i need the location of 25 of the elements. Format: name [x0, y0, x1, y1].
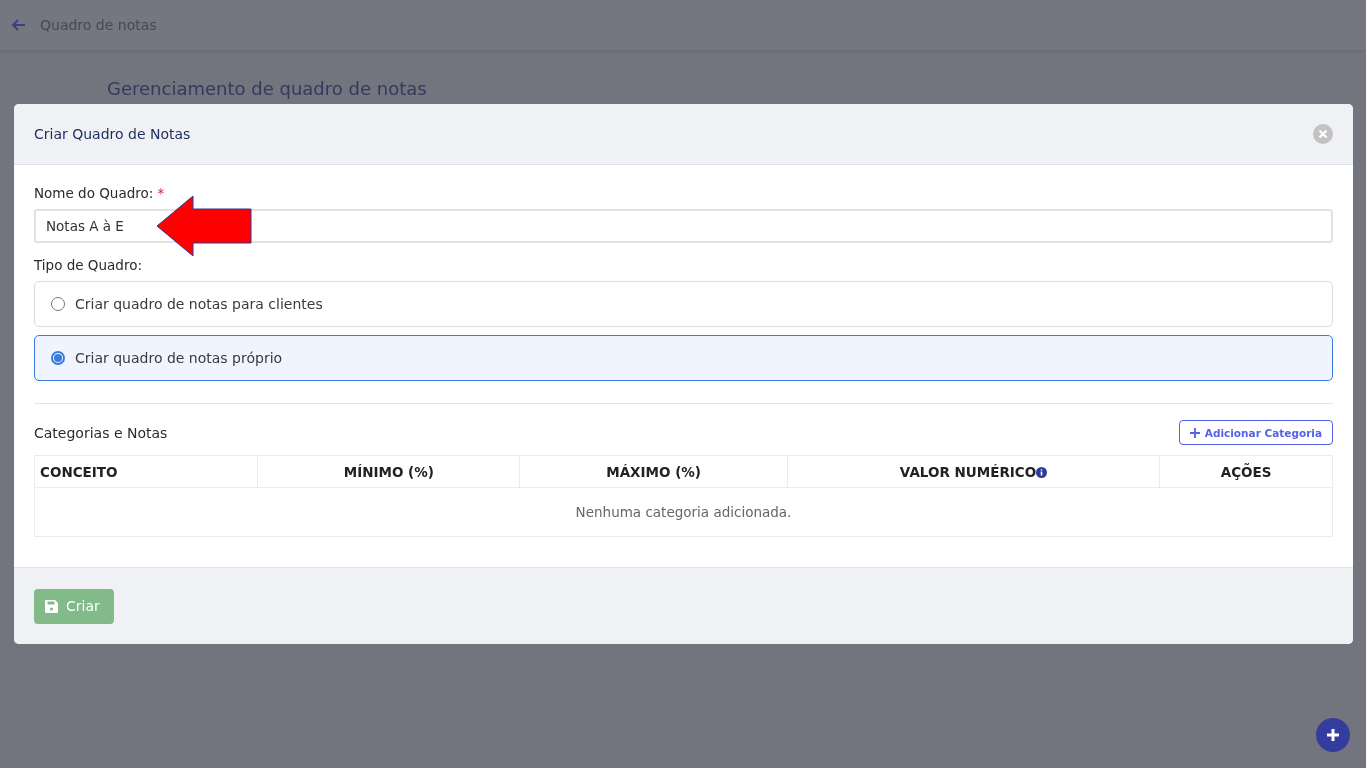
column-header: MÁXIMO (%) — [519, 455, 788, 488]
field-label: Tipo de Quadro: — [34, 257, 143, 273]
add-button[interactable] — [1316, 718, 1350, 752]
back-arrow-icon[interactable] — [12, 19, 26, 31]
radio-option[interactable]: Criar quadro de notas próprio — [34, 335, 1333, 381]
add-category-button[interactable]: Adicionar Categoria — [1178, 420, 1333, 445]
arrow-icon — [156, 195, 252, 257]
radio-option[interactable]: Criar quadro de notas para clientes — [34, 281, 1333, 327]
column-header: AÇÕES — [1159, 455, 1333, 488]
plus-icon — [1189, 427, 1200, 438]
option-label: Criar quadro de notas para clientes — [75, 296, 323, 312]
info-icon — [1036, 466, 1048, 478]
column-header: CONCEITO — [34, 455, 258, 488]
plus-icon — [1326, 728, 1340, 742]
field-label: Nome do Quadro: * — [34, 185, 166, 201]
radio-button[interactable] — [51, 351, 65, 365]
name-input[interactable]: Notas A à E — [34, 209, 1333, 243]
save-icon — [45, 599, 58, 613]
column-header: VALOR NUMÉRICO — [787, 455, 1160, 488]
section-title: Categorias e Notas — [34, 424, 168, 441]
dialog-title: Criar Quadro de Notas — [34, 126, 191, 142]
option-label: Criar quadro de notas próprio — [75, 350, 283, 366]
column-header: MÍNIMO (%) — [257, 455, 520, 488]
page-heading: Gerenciamento de quadro de notas — [107, 78, 428, 99]
empty-message: Nenhuma categoria adicionada. — [34, 487, 1333, 537]
